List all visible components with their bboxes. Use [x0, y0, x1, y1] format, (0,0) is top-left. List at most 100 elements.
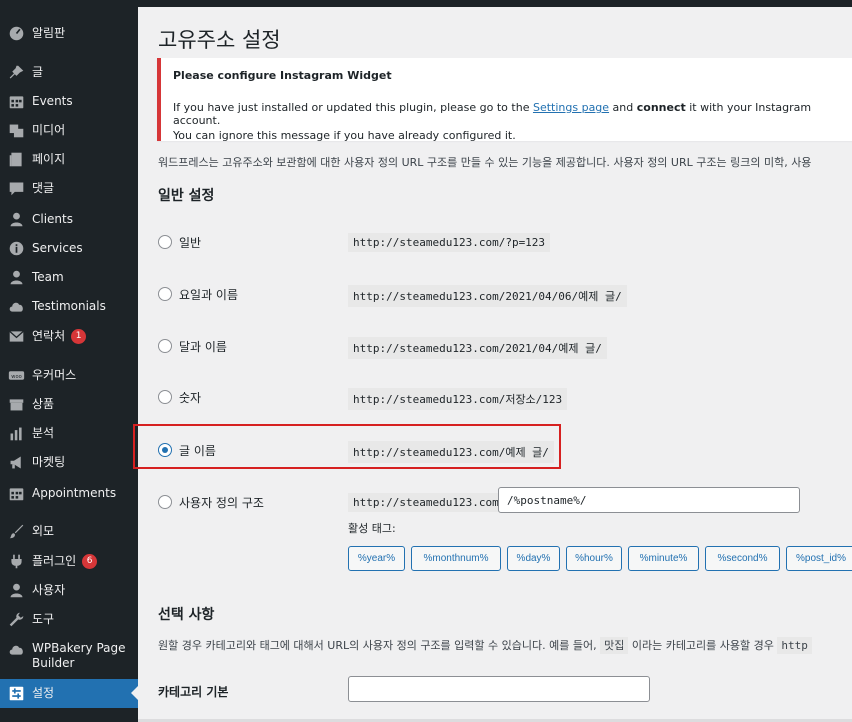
sidebar-item-label: Appointments — [32, 485, 117, 500]
admin-sidebar: 알림판글 Events 미디어페이지댓글 Clients Services Team Tes… — [0, 0, 139, 722]
sidebar-item-label: 사용자 — [32, 582, 66, 597]
example-url: http://steamedu123.com/2021/04/예제 글/ — [348, 337, 607, 359]
example-url: http://steamedu123.com/2021/04/06/예제 글/ — [348, 285, 627, 307]
tag-button[interactable]: %year% — [348, 546, 405, 571]
page-icon — [0, 151, 32, 168]
permalink-option-3[interactable]: 달과 이름 — [158, 334, 227, 358]
sidebar-item-8[interactable]: Services — [0, 234, 138, 263]
sidebar-item-label: 상품 — [32, 396, 55, 411]
pin-icon — [0, 64, 32, 81]
sidebar-item-label: WPBakery Page Builder — [32, 641, 126, 670]
sidebar-item-5[interactable]: 페이지 — [0, 145, 138, 174]
sidebar-item-3[interactable]: Events — [0, 87, 138, 116]
permalink-option-2[interactable]: 요일과 이름 — [158, 282, 238, 306]
sidebar-item-9[interactable]: Team — [0, 263, 138, 292]
sidebar-item-1[interactable]: 알림판 — [0, 19, 138, 48]
notice-bold: connect — [636, 101, 686, 114]
tag-button[interactable]: %post_id% — [786, 546, 852, 571]
sidebar-item-13[interactable]: 상품 — [0, 390, 138, 419]
permalink-option-6[interactable]: 사용자 정의 구조 — [158, 490, 264, 514]
sidebar-item-label: 플러그인 — [32, 553, 77, 568]
sidebar-item-label: 알림판 — [32, 25, 66, 40]
example-url: http://steamedu123.com/?p=123 — [348, 233, 551, 252]
comment-icon — [0, 180, 32, 197]
person-icon — [0, 269, 32, 286]
sidebar-item-10[interactable]: Testimonials — [0, 292, 138, 321]
cloud-icon — [0, 298, 32, 315]
sidebar-item-20[interactable]: 도구 — [0, 605, 138, 634]
sidebar-item-16[interactable]: Appointments — [0, 479, 138, 508]
settings-page-link[interactable]: Settings page — [533, 101, 609, 114]
available-tags-label: 활성 태그: — [348, 522, 396, 535]
sidebar-item-label: Testimonials — [32, 298, 106, 313]
selected-option-highlight — [133, 424, 561, 469]
sidebar-item-label: 도구 — [32, 611, 55, 626]
permalink-option-4[interactable]: 숫자 — [158, 385, 201, 409]
brush-icon — [0, 523, 32, 540]
sidebar-item-12[interactable]: woo 우커머스 — [0, 361, 138, 390]
sidebar-item-label: 분석 — [32, 425, 55, 440]
sidebar-item-6[interactable]: 댓글 — [0, 174, 138, 203]
category-base-input[interactable] — [348, 676, 650, 702]
tag-button[interactable]: %second% — [705, 546, 780, 571]
sidebar-item-label: 외모 — [32, 523, 55, 538]
sidebar-item-18[interactable]: 플러그인 6 — [0, 547, 138, 576]
sidebar-item-label: Clients — [32, 211, 73, 226]
custom-structure-input[interactable] — [498, 487, 800, 513]
optional-heading: 선택 사항 — [158, 607, 215, 623]
count-badge: 6 — [82, 553, 98, 569]
notice-text: If you have just installed or updated th… — [173, 101, 533, 114]
radio-button[interactable] — [158, 339, 172, 353]
mail-icon — [0, 328, 32, 345]
sidebar-item-19[interactable]: 사용자 — [0, 576, 138, 605]
example-url: http://steamedu123.com/저장소/123 — [348, 388, 568, 410]
sidebar-item-11[interactable]: 연락처 1 — [0, 322, 138, 351]
wrench-icon — [0, 611, 32, 628]
notice-line-1: If you have just installed or updated th… — [173, 101, 845, 127]
dashboard-icon — [0, 25, 32, 42]
sidebar-item-label: 페이지 — [32, 151, 66, 166]
example-url: http://steamedu123.com — [348, 493, 504, 512]
tag-button[interactable]: %hour% — [566, 546, 622, 571]
radio-button[interactable] — [158, 287, 172, 301]
radio-button[interactable] — [158, 495, 172, 509]
svg-text:woo: woo — [11, 374, 21, 380]
megaphone-icon — [0, 454, 32, 471]
tag-button[interactable]: %day% — [507, 546, 560, 571]
optional-description: 원할 경우 카테고리와 태그에 대해서 URL의 사용자 정의 구조를 입력할 … — [158, 637, 812, 654]
archive-icon — [0, 396, 32, 413]
settings-page: 고유주소 설정 Please configure Instagram Widge… — [133, 7, 852, 722]
sidebar-item-4[interactable]: 미디어 — [0, 116, 138, 145]
permalink-option-1[interactable]: 일반 — [158, 230, 201, 254]
tag-button[interactable]: %minute% — [628, 546, 699, 571]
radio-button[interactable] — [158, 235, 172, 249]
sidebar-item-21[interactable]: WPBakery Page Builder — [0, 639, 138, 675]
calendar-icon — [0, 485, 32, 502]
sidebar-item-label: 마켓팅 — [32, 454, 66, 469]
page-title: 고유주소 설정 — [158, 28, 281, 52]
main-content: 고유주소 설정 Please configure Instagram Widge… — [133, 7, 852, 722]
sidebar-item-label: 글 — [32, 64, 44, 79]
tag-button[interactable]: %monthnum% — [411, 546, 501, 571]
woo-icon: woo — [0, 367, 32, 384]
sidebar-item-label: 연락처 — [32, 328, 66, 343]
sidebar-item-label: Services — [32, 240, 83, 255]
instagram-notice: Please configure Instagram Widget If you… — [157, 58, 852, 142]
sidebar-item-15[interactable]: 마켓팅 — [0, 448, 138, 477]
sidebar-item-label: 우커머스 — [32, 367, 77, 382]
notice-line-2: You can ignore this message if you have … — [173, 129, 516, 142]
calendar-icon — [0, 93, 32, 110]
sidebar-item-22[interactable]: 설정 — [0, 678, 139, 708]
sidebar-item-label: Team — [32, 269, 64, 284]
person-icon — [0, 211, 32, 228]
sidebar-item-14[interactable]: 분석 — [0, 419, 138, 448]
sidebar-item-17[interactable]: 외모 — [0, 517, 138, 546]
notice-title: Please configure Instagram Widget — [173, 69, 392, 82]
option-label: 숫자 — [179, 390, 202, 405]
info-icon — [0, 240, 32, 257]
option-label: 달과 이름 — [179, 339, 227, 354]
sidebar-item-2[interactable]: 글 — [0, 58, 138, 87]
radio-button[interactable] — [158, 390, 172, 404]
sidebar-item-7[interactable]: Clients — [0, 205, 138, 234]
cloud-icon — [0, 641, 32, 658]
